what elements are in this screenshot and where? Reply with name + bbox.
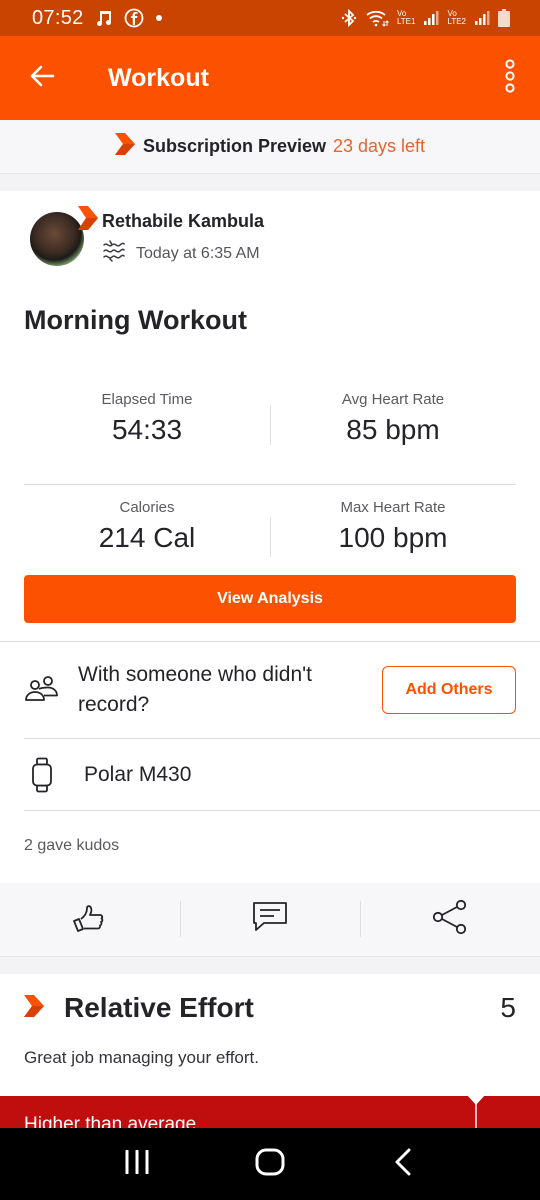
- stat-value: 85 bpm: [346, 414, 440, 445]
- subscription-preview-banner[interactable]: Subscription Preview 23 days left: [0, 120, 540, 174]
- divider: [24, 810, 540, 811]
- status-time: 07:52: [32, 6, 84, 29]
- thumbs-up-icon: [72, 899, 108, 940]
- athlete-header[interactable]: Rethabile Kambula Today at 6:35 AM: [30, 206, 264, 267]
- stat-value: 100 bpm: [338, 522, 448, 553]
- sim2-label: Vo LTE2: [447, 9, 466, 26]
- with-others-text: With someone who didn't record?: [78, 663, 312, 716]
- divider: [270, 405, 271, 445]
- stat-max-heart-rate: Max Heart Rate 100 bpm: [270, 485, 516, 581]
- device-row[interactable]: Polar M430: [0, 739, 540, 810]
- divider: [270, 517, 271, 557]
- chevron-left-icon: [394, 1148, 412, 1181]
- stats-grid: Elapsed Time 54:33 Avg Heart Rate 85 bpm…: [24, 387, 516, 581]
- stat-calories: Calories 214 Cal: [24, 485, 270, 581]
- relative-effort-description: Great job managing your effort.: [24, 1048, 259, 1067]
- stat-value: 54:33: [111, 414, 183, 445]
- more-options-button[interactable]: [480, 36, 540, 120]
- comment-button[interactable]: [180, 883, 360, 956]
- page-title: Workout: [108, 63, 209, 92]
- device-name: Polar M430: [84, 762, 192, 786]
- relative-effort-score: 5: [500, 992, 516, 1023]
- signal-sim2-icon: [474, 10, 490, 26]
- recent-apps-button[interactable]: [97, 1134, 177, 1194]
- social-actions-bar: [0, 883, 540, 957]
- music-note-icon: [94, 8, 114, 28]
- days-left: 23 days left: [333, 136, 426, 156]
- recent-apps-icon: [124, 1149, 150, 1179]
- facebook-icon: [124, 8, 144, 28]
- comment-icon: [252, 901, 288, 938]
- avatar[interactable]: [30, 206, 98, 266]
- battery-icon: [498, 9, 510, 27]
- kudos-count[interactable]: 2 gave kudos: [24, 837, 119, 855]
- workout-waves-icon: [102, 240, 126, 267]
- activity-timestamp: Today at 6:35 AM: [136, 244, 260, 262]
- share-icon: [431, 898, 469, 941]
- home-icon: [255, 1148, 285, 1181]
- subscription-label: Subscription Preview: [142, 136, 326, 156]
- stat-value: 214 Cal: [98, 522, 196, 553]
- effort-marker-notch: [467, 1096, 485, 1105]
- stat-label: Calories: [119, 499, 175, 516]
- kudos-button[interactable]: [0, 883, 180, 956]
- share-button[interactable]: [360, 883, 540, 956]
- status-bar: 07:52 Vo LTE1 Vo LTE2: [0, 0, 540, 36]
- system-back-button[interactable]: [363, 1134, 443, 1194]
- athlete-name[interactable]: Rethabile Kambula: [102, 211, 264, 232]
- watch-icon: [30, 757, 54, 793]
- bluetooth-icon: [341, 9, 357, 27]
- stat-avg-heart-rate: Avg Heart Rate 85 bpm: [270, 387, 516, 484]
- sim1-label: Vo LTE1: [396, 9, 416, 26]
- with-others-row: With someone who didn't record? Add Othe…: [0, 642, 540, 738]
- wifi-icon: [365, 9, 389, 27]
- notification-dot-icon: [154, 13, 164, 23]
- add-others-button[interactable]: Add Others: [382, 666, 516, 714]
- stat-label: Max Heart Rate: [340, 499, 446, 516]
- people-icon: [24, 675, 60, 705]
- strava-chevron-icon: [24, 994, 44, 1022]
- back-button[interactable]: [0, 36, 84, 120]
- relative-effort-card[interactable]: Relative Effort 5 Great job managing you…: [0, 974, 540, 1136]
- more-vertical-icon: [503, 58, 517, 99]
- arrow-left-icon: [28, 62, 56, 95]
- activity-title: Morning Workout: [24, 305, 247, 335]
- activity-card: Rethabile Kambula Today at 6:35 AM Morni…: [0, 191, 540, 883]
- system-navigation-bar: [0, 1128, 540, 1200]
- relative-effort-title: Relative Effort: [64, 992, 254, 1023]
- subscriber-badge-icon: [78, 206, 98, 235]
- app-bar: Workout: [0, 36, 540, 120]
- view-analysis-button[interactable]: View Analysis: [24, 575, 516, 623]
- stat-label: Avg Heart Rate: [341, 391, 445, 408]
- stat-label: Elapsed Time: [101, 391, 193, 408]
- signal-sim1-icon: [423, 10, 439, 26]
- stat-elapsed-time: Elapsed Time 54:33: [24, 387, 270, 484]
- home-button[interactable]: [230, 1134, 310, 1194]
- strava-chevron-icon: [114, 133, 135, 160]
